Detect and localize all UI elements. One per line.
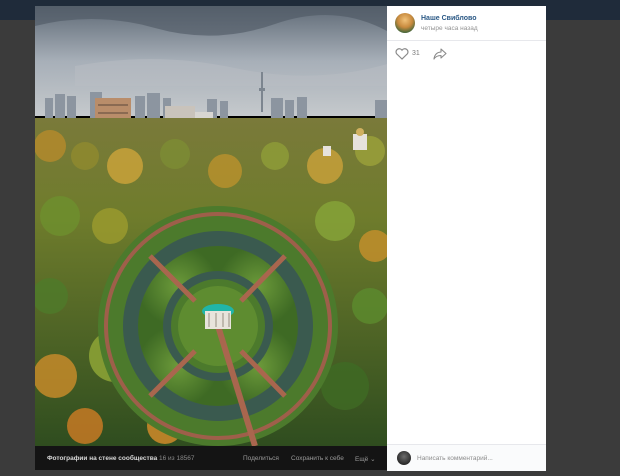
- like-count: 31: [412, 50, 420, 57]
- post-actions: 31: [395, 48, 545, 62]
- post-photo[interactable]: [35, 6, 387, 446]
- commenter-avatar: [397, 451, 411, 465]
- author-row: Наше Свиблово четыре часа назад: [387, 6, 546, 41]
- more-menu-button[interactable]: Ещё ⌄: [355, 455, 376, 463]
- save-photo-button[interactable]: Сохранить к себе: [291, 455, 344, 462]
- heart-icon[interactable]: [395, 48, 409, 60]
- post-time[interactable]: четыре часа назад: [421, 25, 478, 32]
- author-name[interactable]: Наше Свиблово: [421, 15, 477, 22]
- post-side-panel: Наше Свиблово четыре часа назад 31: [387, 6, 546, 471]
- photo-footer: Фотографии на стене сообщества 16 из 185…: [35, 446, 387, 470]
- comment-bar: [387, 444, 546, 471]
- avatar[interactable]: [395, 13, 415, 33]
- share-arrow-icon[interactable]: [433, 48, 447, 60]
- share-photo-button[interactable]: Поделиться: [243, 455, 279, 462]
- photo-counter: 16 из 18567: [159, 455, 195, 462]
- comment-input[interactable]: [417, 451, 537, 465]
- album-link[interactable]: Фотографии на стене сообщества: [47, 455, 157, 462]
- photo-viewer: Фотографии на стене сообщества 16 из 185…: [35, 6, 546, 471]
